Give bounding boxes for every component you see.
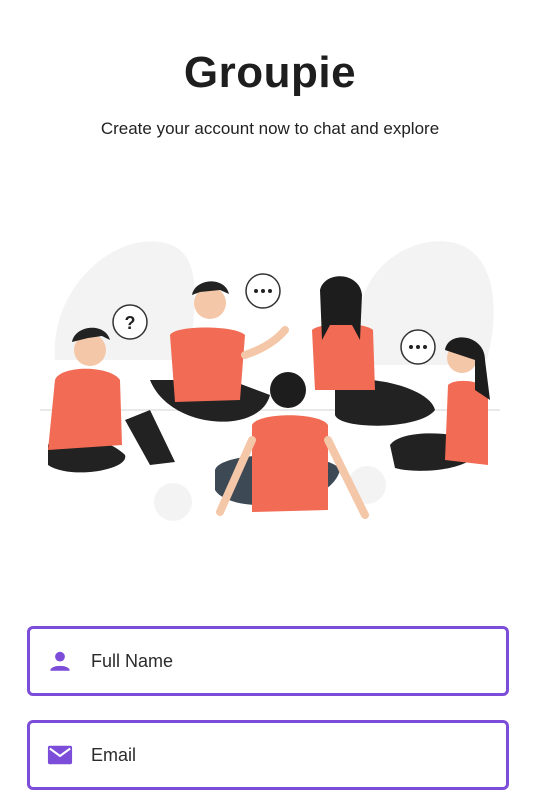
mail-icon [47, 742, 73, 768]
email-input[interactable] [91, 735, 506, 775]
typing-bubble-icon [245, 273, 281, 309]
bg-circle-small-left [154, 483, 192, 521]
email-field[interactable] [27, 720, 509, 790]
app-title: Groupie [183, 48, 357, 97]
group-chat-illustration: ? [40, 241, 500, 521]
person-icon [47, 648, 73, 674]
app-subtitle: Create your account now to chat and expl… [100, 119, 440, 138]
svg-text:?: ? [125, 313, 136, 333]
question-bubble-icon: ? [112, 304, 148, 340]
full-name-input[interactable] [91, 641, 506, 681]
full-name-field[interactable] [27, 626, 509, 696]
typing-bubble-icon [400, 329, 436, 365]
